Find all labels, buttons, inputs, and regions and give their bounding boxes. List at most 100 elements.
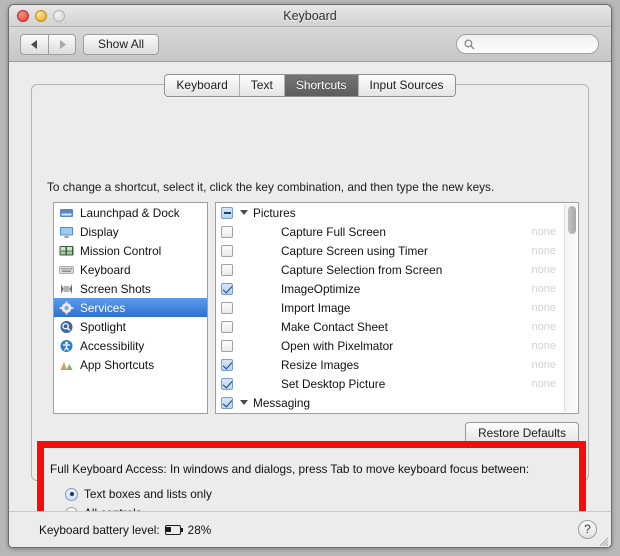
services-gear-icon bbox=[59, 301, 74, 315]
checkbox-checked[interactable] bbox=[221, 282, 233, 295]
shortcut-key[interactable]: none bbox=[532, 359, 556, 371]
shortcut-key[interactable]: none bbox=[532, 302, 556, 314]
sidebar-item-app-shortcuts[interactable]: App Shortcuts bbox=[54, 355, 207, 374]
shortcut-row[interactable]: Capture Selection from Screen none bbox=[216, 260, 578, 279]
checkbox-unchecked[interactable] bbox=[221, 320, 233, 333]
zoom-button[interactable] bbox=[53, 10, 65, 22]
shortcut-key[interactable]: none bbox=[532, 378, 556, 390]
navigation-buttons bbox=[20, 34, 76, 55]
shortcut-group-row[interactable]: Messaging bbox=[216, 393, 578, 412]
shortcut-row[interactable]: Open with Pixelmator none bbox=[216, 336, 578, 355]
battery-percent: 28% bbox=[187, 523, 212, 537]
forward-button[interactable] bbox=[48, 34, 76, 55]
show-all-button[interactable]: Show All bbox=[83, 34, 160, 55]
shortcut-key[interactable]: none bbox=[532, 226, 556, 238]
checkbox-unchecked[interactable] bbox=[221, 244, 233, 257]
accessibility-icon bbox=[59, 339, 74, 353]
shortcut-row[interactable]: Import Image none bbox=[216, 298, 578, 317]
shortcut-label: Set Desktop Picture bbox=[281, 376, 386, 391]
shortcut-key[interactable]: none bbox=[532, 340, 556, 352]
shortcut-label: Capture Selection from Screen bbox=[281, 262, 443, 277]
battery-icon bbox=[164, 525, 183, 535]
shortcut-list-scrollbar[interactable] bbox=[564, 204, 577, 412]
search-field[interactable] bbox=[456, 34, 599, 54]
checkbox-checked[interactable] bbox=[221, 396, 233, 409]
sidebar-item-accessibility[interactable]: Accessibility bbox=[54, 336, 207, 355]
bottom-bar: Keyboard battery level: 28% ? bbox=[9, 511, 611, 547]
shortcut-list[interactable]: Pictures Capture Full Screen none Captur… bbox=[215, 202, 579, 414]
shortcut-key[interactable]: none bbox=[532, 321, 556, 333]
shortcut-label: Make Contact Sheet bbox=[281, 319, 388, 334]
sidebar-item-display[interactable]: Display bbox=[54, 222, 207, 241]
chevron-down-icon[interactable] bbox=[240, 210, 248, 215]
shortcut-row[interactable]: Resize Images none bbox=[216, 355, 578, 374]
sidebar-item-label: Accessibility bbox=[80, 338, 145, 353]
shortcut-label: Import Image bbox=[281, 300, 351, 315]
sidebar-item-screen-shots[interactable]: Screen Shots bbox=[54, 279, 207, 298]
sidebar-item-label: Keyboard bbox=[80, 262, 131, 277]
chevron-down-icon[interactable] bbox=[240, 400, 248, 405]
shortcut-label: Capture Screen using Timer bbox=[281, 243, 428, 258]
radio-label: Text boxes and lists only bbox=[84, 487, 212, 501]
checkbox-mixed[interactable] bbox=[221, 206, 233, 219]
shortcut-row[interactable]: Capture Full Screen none bbox=[216, 222, 578, 241]
tab-group: Keyboard Text Shortcuts Input Sources bbox=[164, 74, 456, 97]
sidebar-item-label: Spotlight bbox=[80, 319, 126, 334]
shortcut-label: Resize Images bbox=[281, 357, 360, 372]
forward-arrow-icon bbox=[60, 40, 66, 49]
shortcut-key[interactable]: none bbox=[532, 283, 556, 295]
screen-shots-icon bbox=[59, 282, 74, 296]
scrollbar-thumb[interactable] bbox=[568, 206, 576, 234]
checkbox-unchecked[interactable] bbox=[221, 225, 233, 238]
checkbox-unchecked[interactable] bbox=[221, 263, 233, 276]
minimize-button[interactable] bbox=[35, 10, 47, 22]
window-title: Keyboard bbox=[283, 9, 337, 23]
shortcut-group-label-wrap: Messaging bbox=[240, 396, 310, 410]
sidebar-item-spotlight[interactable]: Spotlight bbox=[54, 317, 207, 336]
toolbar: Show All bbox=[9, 27, 611, 62]
category-list[interactable]: Launchpad & Dock Display Mission Control… bbox=[53, 202, 208, 414]
tab-bar: Keyboard Text Shortcuts Input Sources bbox=[9, 74, 611, 97]
sidebar-item-mission-control[interactable]: Mission Control bbox=[54, 241, 207, 260]
shortcut-key[interactable]: none bbox=[532, 245, 556, 257]
lists-row: Launchpad & Dock Display Mission Control… bbox=[53, 202, 579, 414]
shortcut-key[interactable]: none bbox=[532, 264, 556, 276]
close-button[interactable] bbox=[17, 10, 29, 22]
sidebar-item-label: App Shortcuts bbox=[80, 357, 155, 372]
shortcut-row[interactable]: Capture Screen using Timer none bbox=[216, 241, 578, 260]
back-button[interactable] bbox=[20, 34, 48, 55]
sidebar-item-label: Launchpad & Dock bbox=[80, 205, 180, 220]
shortcut-group-label-wrap: Pictures bbox=[240, 206, 296, 220]
shortcut-group-row[interactable]: Pictures bbox=[216, 203, 578, 222]
shortcut-label: Pictures bbox=[253, 205, 296, 220]
sidebar-item-services[interactable]: Services bbox=[54, 298, 207, 317]
sidebar-item-launchpad-dock[interactable]: Launchpad & Dock bbox=[54, 203, 207, 222]
launchpad-dock-icon bbox=[59, 206, 74, 220]
checkbox-unchecked[interactable] bbox=[221, 339, 233, 352]
tab-text[interactable]: Text bbox=[239, 75, 285, 96]
sidebar-item-label: Services bbox=[80, 300, 126, 315]
checkbox-checked[interactable] bbox=[221, 358, 233, 371]
search-icon bbox=[464, 38, 475, 50]
shortcut-row[interactable]: Make Contact Sheet none bbox=[216, 317, 578, 336]
checkbox-unchecked[interactable] bbox=[221, 301, 233, 314]
sidebar-item-label: Display bbox=[80, 224, 119, 239]
shortcut-label: Capture Full Screen bbox=[281, 224, 386, 239]
shortcut-row[interactable]: ImageOptimize none bbox=[216, 279, 578, 298]
shortcut-row[interactable]: Set Desktop Picture none bbox=[216, 374, 578, 393]
mission-control-icon bbox=[59, 244, 74, 258]
shortcut-label: ImageOptimize bbox=[281, 281, 361, 296]
radio-text-boxes-and-lists-only[interactable]: Text boxes and lists only bbox=[65, 487, 212, 501]
resize-grip-icon[interactable] bbox=[597, 535, 609, 547]
tab-keyboard[interactable]: Keyboard bbox=[165, 75, 240, 96]
sidebar-item-keyboard[interactable]: Keyboard bbox=[54, 260, 207, 279]
help-button[interactable]: ? bbox=[578, 520, 597, 539]
tab-shortcuts[interactable]: Shortcuts bbox=[284, 75, 359, 96]
checkbox-checked[interactable] bbox=[221, 377, 233, 390]
window-controls bbox=[17, 10, 65, 22]
content-area: Keyboard Text Shortcuts Input Sources To… bbox=[9, 62, 611, 547]
radio-button-selected[interactable] bbox=[65, 487, 78, 501]
search-input[interactable] bbox=[478, 38, 588, 50]
tab-input-sources[interactable]: Input Sources bbox=[358, 75, 455, 96]
back-arrow-icon bbox=[30, 40, 37, 49]
